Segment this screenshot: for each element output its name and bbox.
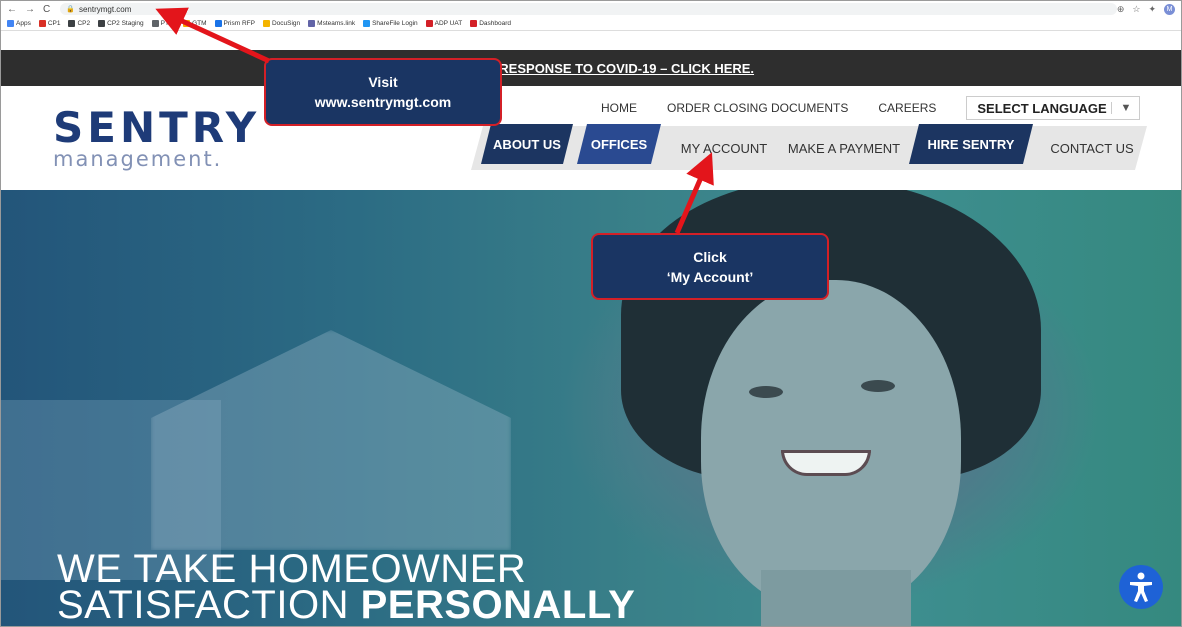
bookmark-item[interactable]: Msteams.link — [308, 20, 355, 27]
address-url: sentrymgt.com — [78, 4, 132, 14]
hero-woman-eye — [749, 386, 783, 398]
bookmark-item[interactable]: ADP UAT — [425, 20, 463, 27]
hero-woman-face — [701, 280, 961, 610]
hero-woman-neck — [761, 570, 911, 626]
nav-order-closing-documents[interactable]: ORDER CLOSING DOCUMENTS — [667, 101, 848, 115]
callout-click-line2: ‘My Account’ — [666, 268, 754, 285]
bookmark-favicon-icon — [308, 20, 316, 27]
hero-woman-smile — [781, 450, 871, 476]
browser-actions: ⊕ ☆ ✦ M — [1117, 3, 1181, 15]
bookmark-favicon-icon — [470, 20, 478, 27]
bookmark-label: CP2 Staging — [107, 20, 144, 27]
bookmark-item[interactable]: GTM — [183, 20, 207, 27]
bookmark-favicon-icon — [214, 20, 222, 27]
bookmark-item[interactable]: CP2 Staging — [98, 20, 144, 27]
browser-toolbar: ← → C 🔒 sentrymgt.com ⊕ ☆ ✦ M — [1, 1, 1181, 17]
bookmark-favicon-icon — [425, 20, 433, 27]
bookmark-item[interactable]: DocuSign — [262, 20, 301, 27]
browser-nav: ← → C — [1, 4, 50, 15]
bookmark-label: Apps — [16, 20, 31, 27]
nav-offices[interactable]: OFFICES — [577, 124, 661, 164]
bookmark-favicon-icon — [262, 20, 270, 27]
bookmark-item[interactable]: CP2 — [68, 20, 90, 27]
hero-tagline-bold: PERSONALLY — [360, 583, 636, 627]
bookmark-label: GTM — [192, 20, 207, 27]
star-icon[interactable]: ☆ — [1132, 4, 1140, 15]
back-icon[interactable]: ← — [7, 4, 17, 15]
nav-home[interactable]: HOME — [601, 101, 637, 115]
bookmark-label: Dashboard — [479, 20, 512, 27]
extensions-icon[interactable]: ✦ — [1148, 4, 1156, 15]
bookmark-item[interactable]: PTW — [151, 20, 176, 27]
bookmark-favicon-icon — [38, 20, 46, 27]
bookmark-item[interactable]: Prism RFP — [214, 20, 255, 27]
callout-visit-line1: Visit — [368, 74, 398, 90]
profile-avatar[interactable]: M — [1164, 3, 1175, 15]
bookmark-item[interactable]: CP1 — [38, 20, 61, 27]
screenshot-frame: ← → C 🔒 sentrymgt.com ⊕ ☆ ✦ M Apps CP1 CP2… — [0, 0, 1182, 627]
bookmark-favicon-icon — [151, 20, 159, 27]
callout-click-my-account: Click ‘My Account’ — [591, 233, 829, 300]
bookmark-favicon-icon — [7, 20, 14, 27]
hero-background-house — [151, 330, 511, 550]
bookmark-label: Msteams.link — [317, 20, 356, 27]
zoom-icon[interactable]: ⊕ — [1117, 4, 1125, 15]
callout-visit: Visit www.sentrymgt.com — [264, 58, 502, 126]
hero-tagline-line2: SATISFACTION PERSONALLY — [57, 585, 635, 625]
callout-click-line1: Click — [693, 248, 727, 265]
sentry-logo[interactable]: SENTRY management. — [53, 103, 261, 171]
bookmark-label: CP1 — [47, 20, 61, 27]
language-select[interactable]: SELECT LANGUAGE ▼ — [966, 96, 1141, 120]
nav-hire-sentry[interactable]: HIRE SENTRY — [909, 124, 1033, 164]
bookmark-label: PTW — [160, 20, 176, 27]
forward-icon[interactable]: → — [25, 4, 35, 15]
address-bar[interactable]: 🔒 sentrymgt.com — [60, 3, 1117, 15]
bookmark-label: Prism RFP — [223, 20, 255, 27]
nav-make-a-payment[interactable]: MAKE A PAYMENT — [781, 128, 907, 168]
bookmark-item[interactable]: Apps — [7, 20, 31, 27]
hero-tagline-line1: WE TAKE HOMEOWNER — [57, 547, 527, 591]
site-header: SENTRY management. HOME ORDER CLOSING DO… — [1, 86, 1181, 190]
callout-visit-line2: www.sentrymgt.com — [314, 94, 452, 110]
covid-banner[interactable]: VIEW OUR RESPONSE TO COVID-19 – CLICK HE… — [1, 50, 1181, 86]
hero-tagline: WE TAKE HOMEOWNER SATISFACTION PERSONALL… — [57, 547, 635, 625]
top-nav: HOME ORDER CLOSING DOCUMENTS CAREERS SEL… — [601, 96, 1141, 120]
bookmark-item[interactable]: ShareFile Login — [363, 20, 418, 27]
accessibility-icon[interactable] — [1119, 565, 1163, 609]
bookmark-favicon-icon — [68, 20, 76, 27]
bookmarks-bar: Apps CP1 CP2 CP2 Staging PTW GTM Prism RFP Docu… — [1, 17, 1181, 31]
bookmark-label: ShareFile Login — [372, 20, 418, 27]
accessibility-figure-icon — [1130, 572, 1152, 602]
bookmark-favicon-icon — [363, 20, 371, 27]
hero-tagline-regular: SATISFACTION — [57, 583, 361, 627]
bookmark-item[interactable]: Dashboard — [470, 20, 511, 27]
logo-wordmark: SENTRY — [53, 103, 261, 152]
bookmark-label: CP2 — [77, 20, 91, 27]
bookmark-label: DocuSign — [271, 20, 301, 27]
bookmark-favicon-icon — [183, 20, 191, 27]
bookmark-label: ADP UAT — [434, 20, 463, 27]
reload-icon[interactable]: C — [43, 4, 50, 15]
nav-contact-us[interactable]: CONTACT US — [1039, 128, 1145, 168]
chevron-down-icon: ▼ — [1111, 102, 1131, 114]
hero-woman-eye — [861, 380, 895, 392]
language-select-label: SELECT LANGUAGE — [977, 100, 1107, 116]
lock-icon: 🔒 — [66, 6, 75, 13]
nav-my-account[interactable]: MY ACCOUNT — [671, 128, 777, 168]
nav-about-us[interactable]: ABOUT US — [481, 124, 573, 164]
bookmark-favicon-icon — [98, 20, 106, 27]
nav-careers[interactable]: CAREERS — [878, 101, 936, 115]
